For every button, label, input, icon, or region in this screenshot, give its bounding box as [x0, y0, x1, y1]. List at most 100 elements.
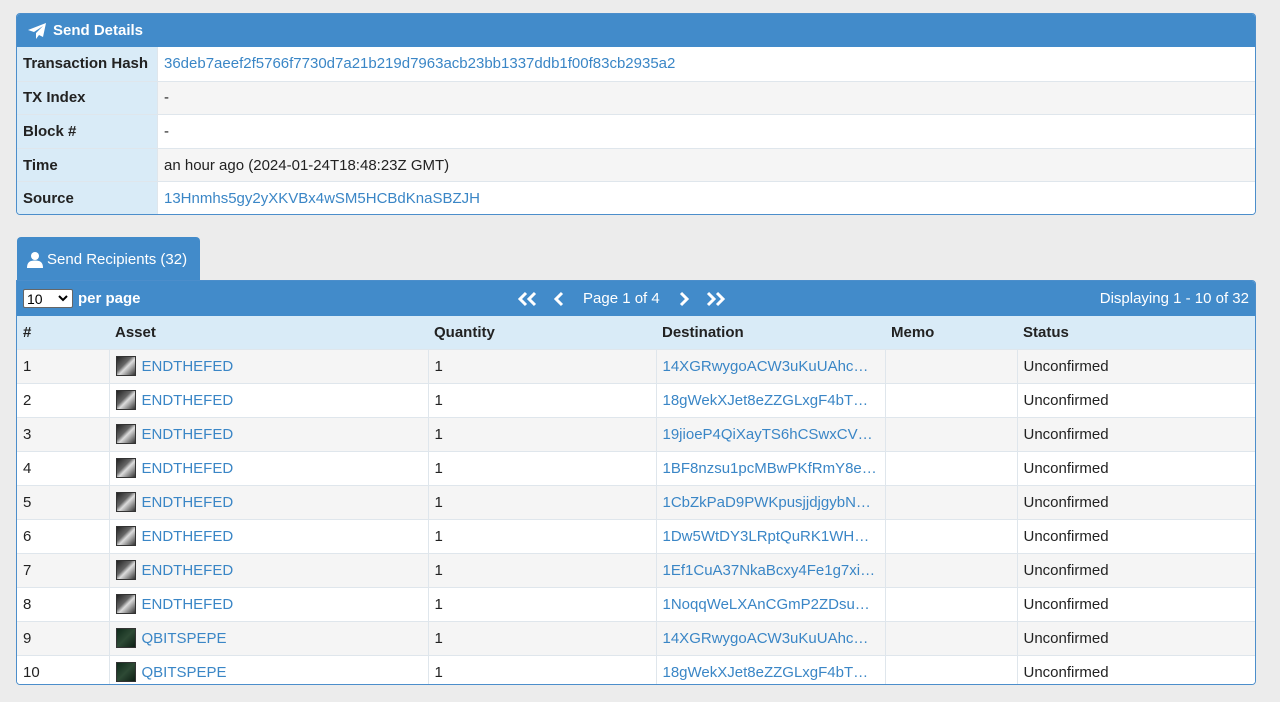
next-page-button[interactable]	[670, 291, 698, 307]
memo-cell	[884, 348, 1017, 383]
destination-link[interactable]: 18gWekXJet8eZZGLxgF4bT…	[655, 654, 885, 684]
table-row: 10 QBITSPEPE 1 18gWekXJet8eZZGLxgF4bT… Uncon…	[17, 654, 1255, 684]
row-number: 8	[17, 586, 109, 621]
asset-link[interactable]: ENDTHEFED	[142, 426, 234, 443]
asset-image-icon	[115, 492, 136, 512]
tab-send-recipients-label: Send Recipients (32)	[47, 250, 188, 268]
column-header-asset[interactable]: Asset	[109, 316, 428, 349]
row-number: 7	[17, 552, 109, 587]
asset-link[interactable]: ENDTHEFED	[142, 528, 234, 545]
row-number: 6	[17, 518, 109, 553]
chevron-left-icon	[553, 291, 564, 306]
per-page-label: per page	[78, 290, 141, 307]
status-cell: Unconfirmed	[1016, 552, 1255, 587]
row-number: 5	[17, 484, 109, 519]
paper-plane-icon	[28, 22, 46, 39]
per-page-select[interactable]: 10	[23, 289, 73, 308]
asset-cell: ENDTHEFED	[108, 416, 428, 451]
asset-image-icon	[115, 356, 136, 376]
first-page-button[interactable]	[511, 291, 545, 307]
per-page-control: 10 per page	[23, 289, 141, 308]
status-cell: Unconfirmed	[1016, 518, 1255, 553]
detail-value-link[interactable]: 36deb7aeef2f5766f7730d7a21b219d7963acb23…	[158, 47, 1255, 81]
memo-cell	[884, 620, 1017, 655]
memo-cell	[884, 654, 1017, 684]
asset-link[interactable]: ENDTHEFED	[142, 494, 234, 511]
send-details-header: Send Details	[17, 14, 1255, 47]
detail-value: -	[158, 81, 1255, 115]
column-header-number[interactable]: #	[17, 316, 109, 349]
table-row: 7 ENDTHEFED 1 1Ef1CuA37NkaBcxy4Fe1g7xi… Unco…	[17, 552, 1255, 587]
quantity-cell: 1	[427, 620, 656, 655]
destination-link[interactable]: 14XGRwygoACW3uKuUAhc…	[655, 348, 885, 383]
detail-row: Time an hour ago (2024-01-24T18:48:23Z GM…	[17, 147, 1255, 182]
asset-image-icon	[115, 628, 136, 648]
send-details-title: Send Details	[53, 22, 144, 39]
asset-cell: ENDTHEFED	[108, 484, 428, 519]
quantity-cell: 1	[427, 450, 656, 485]
destination-link[interactable]: 1Dw5WtDY3LRptQuRK1WH…	[655, 518, 885, 553]
detail-label: Transaction Hash	[17, 47, 158, 81]
detail-label: Time	[17, 148, 158, 182]
status-cell: Unconfirmed	[1016, 620, 1255, 655]
quantity-cell: 1	[427, 382, 656, 417]
asset-link[interactable]: ENDTHEFED	[142, 596, 234, 613]
destination-link[interactable]: 19jioeP4QiXayTS6hCSwxCV…	[655, 416, 885, 451]
memo-cell	[884, 518, 1017, 553]
destination-link[interactable]: 1Ef1CuA37NkaBcxy4Fe1g7xi…	[655, 552, 885, 587]
asset-link[interactable]: ENDTHEFED	[142, 562, 234, 579]
per-page-value: 10	[27, 290, 43, 307]
detail-row: Block # -	[17, 114, 1255, 148]
detail-value-link[interactable]: 13Hnmhs5gy2yXKVBx4wSM5HCBdKnaSBZJH	[158, 182, 1255, 214]
status-cell: Unconfirmed	[1016, 654, 1255, 684]
asset-link[interactable]: ENDTHEFED	[142, 392, 234, 409]
pagination-toolbar: 10 per page Page 1 of 4 Displaying 1 - 1…	[17, 281, 1255, 316]
column-header-memo[interactable]: Memo	[885, 316, 1017, 349]
asset-cell: ENDTHEFED	[108, 348, 428, 383]
prev-page-button[interactable]	[545, 291, 573, 307]
detail-label: TX Index	[17, 81, 158, 115]
asset-link[interactable]: ENDTHEFED	[142, 460, 234, 477]
memo-cell	[884, 552, 1017, 587]
asset-cell: ENDTHEFED	[108, 552, 428, 587]
table-row: 6 ENDTHEFED 1 1Dw5WtDY3LRptQuRK1WH… Unconfir…	[17, 518, 1255, 553]
page-indicator: Page 1 of 4	[583, 290, 660, 307]
status-cell: Unconfirmed	[1016, 484, 1255, 519]
table-row: 3 ENDTHEFED 1 19jioeP4QiXayTS6hCSwxCV… Uncon…	[17, 416, 1255, 451]
asset-image-icon	[115, 424, 136, 444]
asset-link[interactable]: ENDTHEFED	[142, 358, 234, 375]
asset-image-icon	[115, 526, 136, 546]
asset-image-icon	[115, 458, 136, 478]
column-header-quantity[interactable]: Quantity	[428, 316, 656, 349]
row-number: 9	[17, 620, 109, 655]
asset-cell: QBITSPEPE	[108, 620, 428, 655]
column-header-destination[interactable]: Destination	[656, 316, 885, 349]
status-cell: Unconfirmed	[1016, 450, 1255, 485]
last-page-button[interactable]	[698, 291, 732, 307]
destination-link[interactable]: 18gWekXJet8eZZGLxgF4bT…	[655, 382, 885, 417]
asset-link[interactable]: QBITSPEPE	[142, 630, 227, 647]
destination-link[interactable]: 1CbZkPaD9PWKpusjjdjgybN…	[655, 484, 885, 519]
destination-link[interactable]: 14XGRwygoACW3uKuUAhc…	[655, 620, 885, 655]
tab-send-recipients[interactable]: Send Recipients (32)	[17, 237, 200, 281]
quantity-cell: 1	[427, 518, 656, 553]
recipients-table: # Asset Quantity Destination Memo Status…	[17, 316, 1255, 684]
column-header-status[interactable]: Status	[1017, 316, 1255, 349]
displaying-count: Displaying 1 - 10 of 32	[1099, 290, 1249, 307]
destination-link[interactable]: 1BF8nzsu1pcMBwPKfRmY8e…	[655, 450, 885, 485]
detail-row: Source 13Hnmhs5gy2yXKVBx4wSM5HCBdKnaSBZJH	[17, 181, 1255, 214]
double-chevron-left-icon	[517, 291, 537, 306]
asset-cell: ENDTHEFED	[108, 518, 428, 553]
row-number: 3	[17, 416, 109, 451]
asset-cell: QBITSPEPE	[108, 654, 428, 684]
asset-link[interactable]: QBITSPEPE	[142, 664, 227, 681]
destination-link[interactable]: 1NoqqWeLXAnCGmP2ZDsu…	[655, 586, 885, 621]
status-cell: Unconfirmed	[1016, 416, 1255, 451]
table-row: 1 ENDTHEFED 1 14XGRwygoACW3uKuUAhc… Unconfir…	[17, 348, 1255, 383]
memo-cell	[884, 382, 1017, 417]
user-icon	[27, 251, 43, 268]
row-number: 2	[17, 382, 109, 417]
status-cell: Unconfirmed	[1016, 348, 1255, 383]
status-cell: Unconfirmed	[1016, 382, 1255, 417]
row-number: 4	[17, 450, 109, 485]
